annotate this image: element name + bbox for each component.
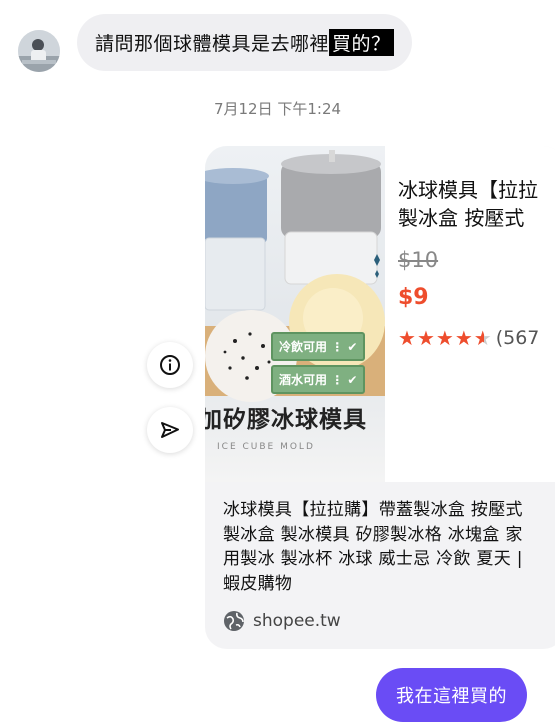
- star-icon: ★: [435, 326, 454, 350]
- rating: ★ ★ ★ ★ ★ (567: [398, 326, 539, 350]
- domain-text: shopee.tw: [253, 611, 341, 631]
- product-image: 冷飲可用 ⋮ ✔ 酒水可用 ⋮ ✔ 加矽膠冰球模具 ICE CUBE MOLD: [205, 146, 385, 482]
- image-subtitle: ICE CUBE MOLD: [217, 442, 315, 452]
- image-tag-liquor: 酒水可用 ⋮ ✔: [271, 365, 366, 394]
- current-price: $9: [398, 285, 429, 310]
- half-star-icon: ★: [473, 326, 492, 350]
- product-title: 冰球模具【拉拉 製冰盒 按壓式: [398, 178, 538, 230]
- outgoing-message-text: 我在這裡買的: [396, 686, 507, 707]
- original-price: $10: [398, 248, 439, 272]
- info-icon: [160, 355, 180, 375]
- share-button[interactable]: [147, 407, 193, 453]
- link-preview-card[interactable]: 冷飲可用 ⋮ ✔ 酒水可用 ⋮ ✔ 加矽膠冰球模具 ICE CUBE MOLD …: [205, 146, 555, 649]
- star-icon: ★: [416, 326, 435, 350]
- info-button[interactable]: [147, 342, 193, 388]
- link-page-title: 冰球模具【拉拉購】帶蓋製冰盒 按壓式製冰盒 製冰模具 矽膠製冰格 冰塊盒 家用製…: [223, 500, 523, 594]
- image-tag-cold-drink: 冷飲可用 ⋮ ✔: [271, 332, 366, 361]
- incoming-message-text: 請問那個球體模具是去哪裡: [95, 33, 330, 55]
- message-timestamp: 7月12日 下午1:24: [213, 100, 342, 118]
- star-icon: ★: [398, 326, 416, 350]
- link-domain: shopee.tw: [223, 610, 341, 632]
- rating-count: (567: [495, 327, 540, 349]
- incoming-message-highlight: 買的？: [329, 29, 394, 56]
- incoming-message-bubble[interactable]: 請問那個球體模具是去哪裡 買的？: [77, 14, 412, 71]
- outgoing-message-bubble[interactable]: 我在這裡買的: [376, 668, 527, 722]
- share-icon: [161, 422, 179, 438]
- product-preview[interactable]: 冷飲可用 ⋮ ✔ 酒水可用 ⋮ ✔ 加矽膠冰球模具 ICE CUBE MOLD …: [205, 146, 555, 482]
- globe-icon: [224, 611, 244, 631]
- avatar[interactable]: [18, 30, 60, 72]
- star-icon: ★: [454, 326, 473, 350]
- image-title: 加矽膠冰球模具: [205, 407, 367, 433]
